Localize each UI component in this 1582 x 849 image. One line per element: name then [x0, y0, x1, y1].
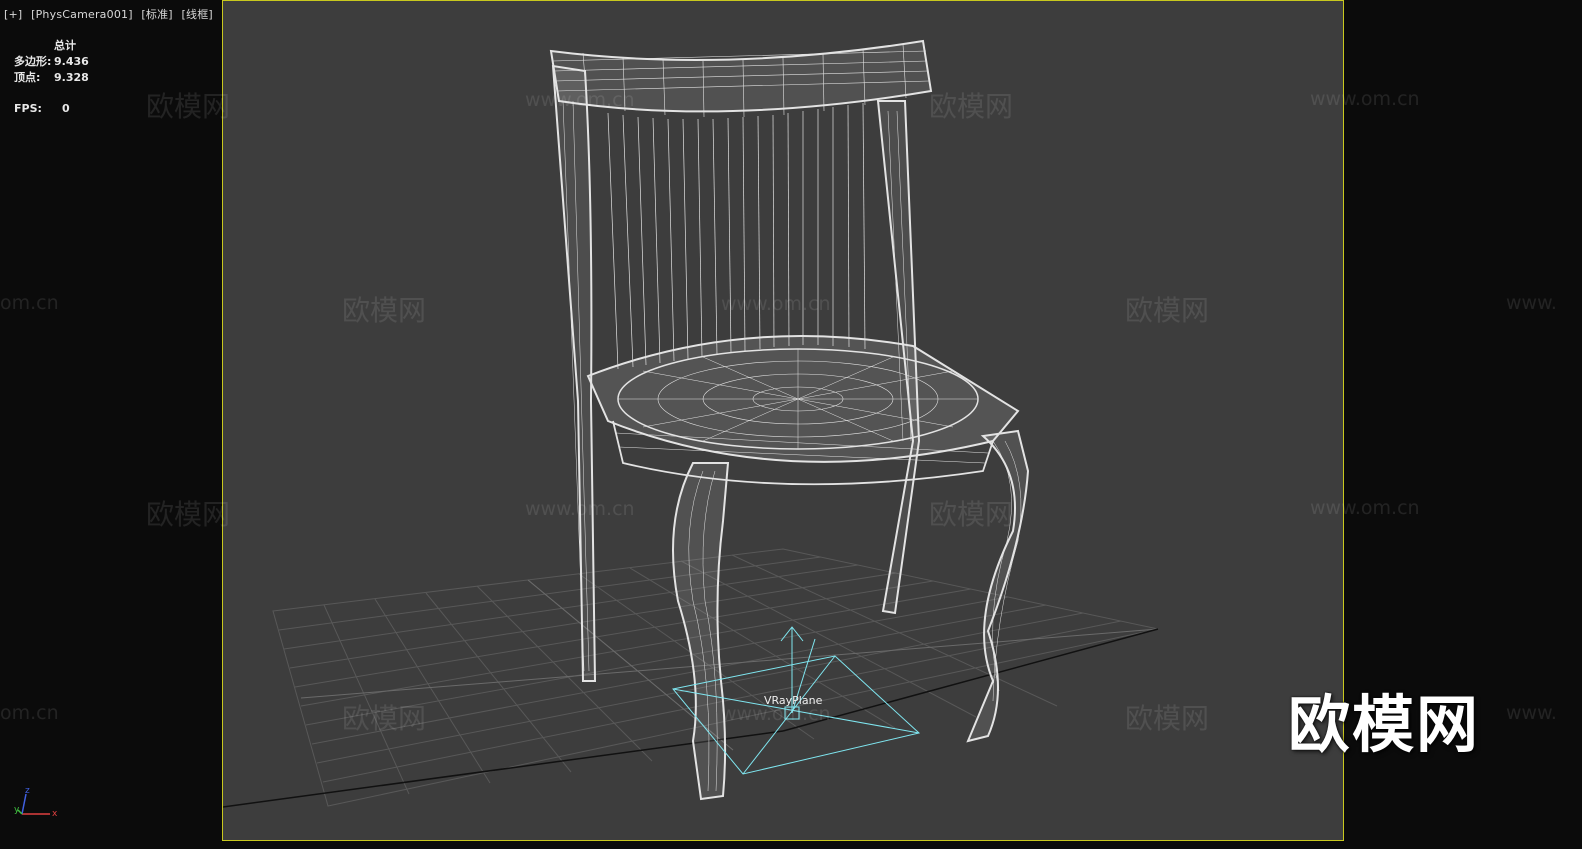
verts-value: 9.328: [54, 71, 89, 84]
watermark-url: www.: [1506, 702, 1557, 724]
camera-viewport[interactable]: VRayPlane 欧模网 www.om.cn 欧模网 欧模网 www.om.c…: [146, 0, 1344, 841]
watermark-url: om.cn: [0, 702, 59, 724]
axis-z-label: z: [25, 786, 30, 796]
scene-statistics: 总计 多边形: 9.436 顶点: 9.328 FPS: 0: [14, 38, 89, 117]
axis-y-label: y: [14, 805, 20, 815]
viewport-menu-button[interactable]: [+]: [4, 8, 22, 21]
watermark-logo: 欧模网: [1288, 688, 1481, 761]
watermark-url: om.cn: [0, 292, 59, 314]
viewport-label: [+] [PhysCamera001] [标准] [线框]: [4, 6, 218, 22]
axis-tripod-icon: x z y: [14, 786, 58, 819]
watermark-url: www.: [1506, 292, 1557, 314]
display-mode-button[interactable]: [线框]: [182, 8, 213, 21]
fps-value: 0: [62, 102, 70, 115]
camera-name-button[interactable]: [PhysCamera001]: [31, 8, 133, 21]
polys-row: 多边形: 9.436: [14, 54, 89, 70]
shading-mode-button[interactable]: [标准]: [141, 8, 172, 21]
verts-row: 顶点: 9.328: [14, 70, 89, 86]
watermark-brand: 欧模网: [146, 498, 231, 531]
stats-header: 总计: [54, 39, 76, 52]
verts-label: 顶点:: [14, 71, 41, 84]
fps-row: FPS: 0: [14, 101, 89, 117]
fps-label: FPS:: [14, 102, 42, 115]
object-label: VRayPlane: [764, 694, 823, 707]
polys-label: 多边形:: [14, 55, 52, 68]
polys-value: 9.436: [54, 55, 89, 68]
axis-x-label: x: [52, 809, 58, 819]
wireframe-scene[interactable]: VRayPlane: [223, 1, 1343, 840]
watermark-brand: 欧模网: [146, 90, 231, 123]
